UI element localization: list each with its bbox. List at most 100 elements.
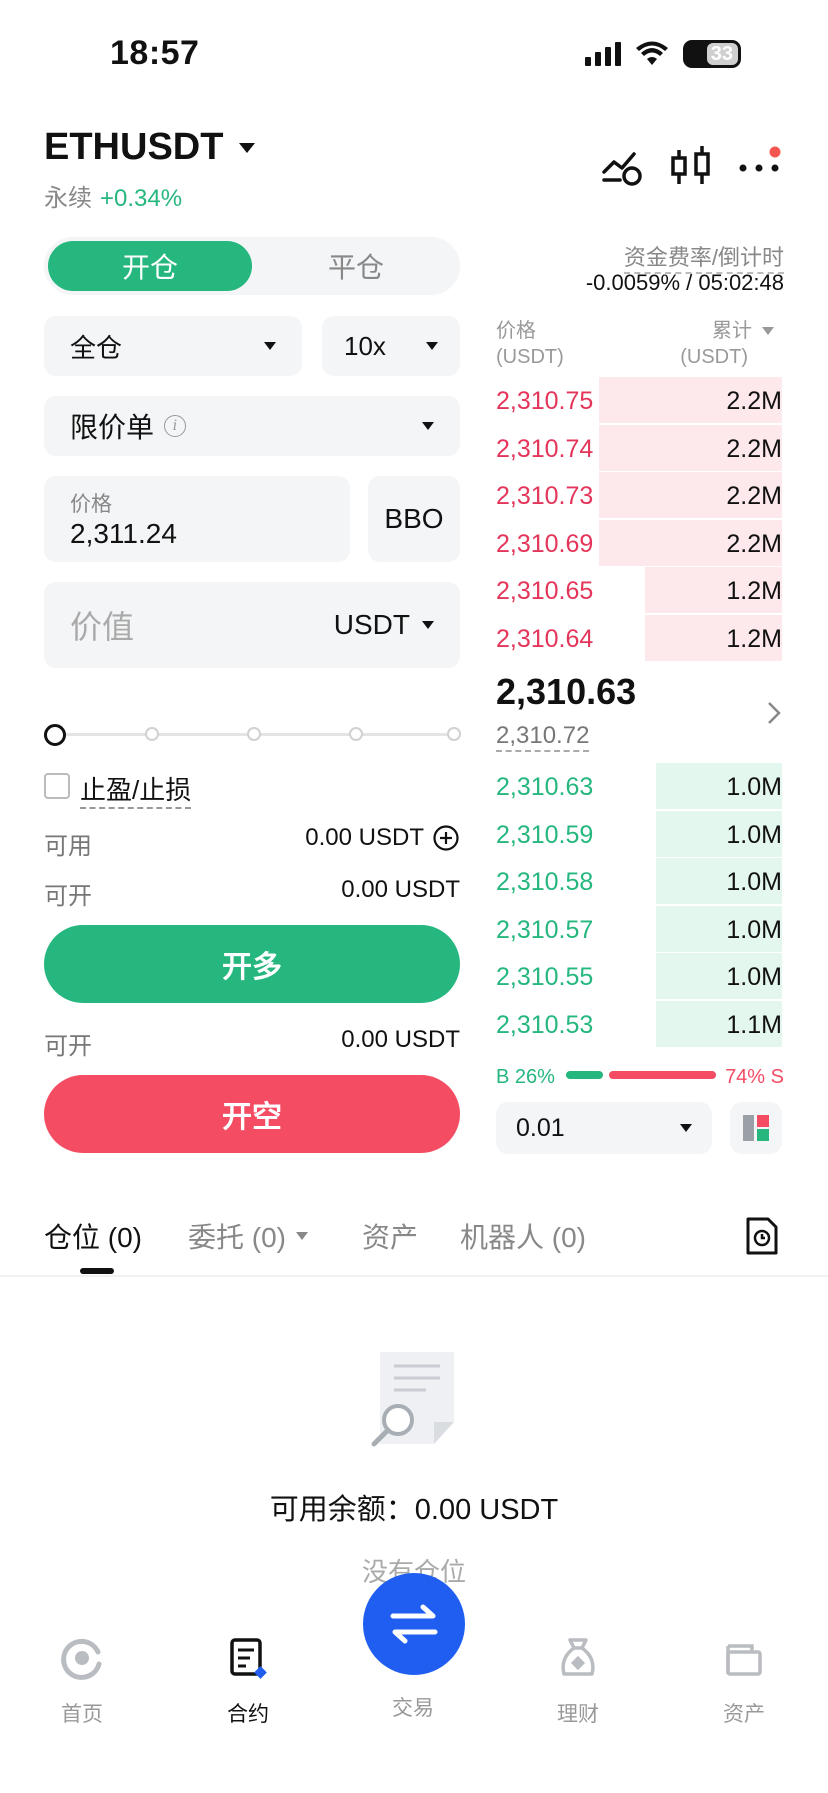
chevron-down-icon bbox=[239, 142, 256, 153]
slider-tick-75[interactable] bbox=[349, 727, 363, 741]
ask-row[interactable]: 2,310.74 2.2M bbox=[496, 424, 782, 471]
last-price: 2,310.63 bbox=[496, 671, 637, 712]
value-placeholder: 价值 bbox=[70, 609, 135, 645]
add-funds-icon[interactable] bbox=[432, 824, 460, 852]
orderbook-layout-button[interactable] bbox=[730, 1102, 782, 1154]
more-icon[interactable] bbox=[738, 144, 784, 190]
symbol-selector[interactable]: ETHUSDT bbox=[44, 126, 256, 169]
tab-bots[interactable]: 机器人 (0) bbox=[460, 1216, 586, 1256]
tab-assets[interactable]: 资产 bbox=[362, 1216, 418, 1256]
value-unit-select[interactable]: USDT bbox=[334, 609, 434, 641]
mark-price[interactable]: 2,310.72 bbox=[496, 722, 590, 752]
chart-settings-icon[interactable] bbox=[600, 144, 646, 190]
bid-row[interactable]: 2,310.53 1.1M bbox=[496, 1000, 782, 1047]
bid-price: 2,310.63 bbox=[496, 773, 594, 801]
ask-price: 2,310.64 bbox=[496, 624, 594, 653]
ask-price: 2,310.73 bbox=[496, 482, 594, 510]
total-header-unit: (USDT) bbox=[680, 346, 748, 368]
earn-icon bbox=[561, 1638, 595, 1676]
ask-amount: 2.2M bbox=[726, 482, 782, 510]
nav-earn-label: 理财 bbox=[557, 1703, 599, 1726]
ask-price: 2,310.65 bbox=[496, 577, 594, 605]
open-short-button[interactable]: 开空 bbox=[44, 1075, 460, 1153]
ask-row[interactable]: 2,310.73 2.2M bbox=[496, 472, 782, 518]
bid-amount: 1.0M bbox=[726, 915, 782, 944]
precision-select[interactable]: 0.01 bbox=[496, 1102, 712, 1154]
price-header-label: 价格 bbox=[496, 320, 536, 342]
orderbook-total-header[interactable]: 累计 (USDT) bbox=[680, 318, 774, 370]
total-header-label: 累计 bbox=[712, 320, 752, 342]
open-long-button[interactable]: 开多 bbox=[44, 925, 460, 1003]
margin-mode-select[interactable]: 全仓 bbox=[44, 316, 302, 376]
bid-row[interactable]: 2,310.57 1.0M bbox=[496, 905, 782, 952]
wifi-icon bbox=[636, 41, 668, 65]
ask-amount: 1.2M bbox=[726, 577, 782, 605]
funding-label[interactable]: 资金费率/倒计时 bbox=[623, 240, 784, 274]
nav-trade-label: 交易 bbox=[392, 1697, 434, 1720]
leverage-select[interactable]: 10x bbox=[322, 316, 460, 376]
bid-price: 2,310.53 bbox=[496, 1010, 594, 1039]
tab-close-position[interactable]: 平仓 bbox=[256, 241, 456, 291]
available-row: 0.00 USDT bbox=[305, 824, 460, 852]
tab-positions[interactable]: 仓位 (0) bbox=[44, 1216, 142, 1256]
available-balance: 可用余额：0.00 USDT bbox=[269, 1494, 559, 1526]
tab-orders-label: 委托 (0) bbox=[188, 1222, 287, 1253]
ask-row[interactable]: 2,310.75 2.2M bbox=[496, 377, 782, 423]
chevron-right-icon[interactable] bbox=[766, 700, 782, 726]
available-label: 可用 bbox=[44, 833, 92, 860]
nav-assets[interactable]: 资产 bbox=[684, 1636, 804, 1728]
ask-row[interactable]: 2,310.69 2.2M bbox=[496, 519, 782, 566]
ratio-buy-fill bbox=[566, 1071, 604, 1079]
futures-icon bbox=[230, 1638, 267, 1679]
bid-price: 2,310.55 bbox=[496, 963, 594, 991]
status-time: 18:57 bbox=[110, 34, 200, 72]
orderbook-price-header: 价格 (USDT) bbox=[496, 318, 564, 370]
nav-earn[interactable]: 理财 bbox=[518, 1636, 638, 1728]
ask-amount: 1.2M bbox=[726, 624, 782, 653]
bid-row[interactable]: 2,310.55 1.0M bbox=[496, 953, 782, 999]
dropdown-arrow-icon bbox=[426, 342, 438, 350]
bid-amount: 1.1M bbox=[726, 1010, 782, 1039]
can-open-long-value: 0.00 USDT bbox=[341, 876, 460, 903]
info-icon[interactable]: i bbox=[164, 415, 187, 437]
battery-icon: 33 bbox=[683, 40, 741, 68]
amount-slider-handle[interactable] bbox=[44, 724, 66, 746]
candlestick-icon[interactable] bbox=[668, 144, 714, 190]
bid-row[interactable]: 2,310.59 1.0M bbox=[496, 810, 782, 857]
dropdown-arrow-icon bbox=[264, 342, 276, 350]
layout-icon bbox=[743, 1115, 769, 1141]
bid-row[interactable]: 2,310.58 1.0M bbox=[496, 858, 782, 904]
value-input[interactable]: 价值 USDT bbox=[44, 582, 460, 668]
slider-tick-25[interactable] bbox=[145, 727, 159, 741]
tab-orders[interactable]: 委托 (0) bbox=[188, 1216, 309, 1256]
can-open-short-value: 0.00 USDT bbox=[341, 1026, 460, 1053]
bbo-button[interactable]: BBO bbox=[368, 476, 460, 562]
buy-ratio: B 26% bbox=[496, 1066, 555, 1088]
nav-assets-label: 资产 bbox=[723, 1703, 765, 1726]
price-input[interactable]: 价格 2,311.24 bbox=[44, 476, 350, 562]
price-change: +0.34% bbox=[100, 185, 183, 212]
nav-home[interactable]: 首页 bbox=[22, 1636, 142, 1728]
ask-row[interactable]: 2,310.65 1.2M bbox=[496, 567, 782, 613]
tpsl-checkbox[interactable] bbox=[44, 773, 70, 799]
slider-tick-100[interactable] bbox=[447, 727, 461, 741]
nav-trade[interactable]: 交易 bbox=[353, 1636, 473, 1722]
bid-row[interactable]: 2,310.63 1.0M bbox=[496, 763, 782, 809]
bid-amount: 1.0M bbox=[726, 820, 782, 849]
nav-futures[interactable]: 合约 bbox=[188, 1636, 308, 1728]
price-input-value[interactable]: 2,311.24 bbox=[70, 518, 177, 550]
ask-price: 2,310.69 bbox=[496, 529, 594, 558]
order-type-select[interactable]: 限价单 i bbox=[44, 396, 460, 456]
precision-value: 0.01 bbox=[516, 1113, 565, 1142]
bid-amount: 1.0M bbox=[726, 868, 782, 896]
history-icon[interactable] bbox=[744, 1216, 780, 1256]
slider-tick-50[interactable] bbox=[247, 727, 261, 741]
active-tab-indicator bbox=[80, 1268, 114, 1274]
bid-price: 2,310.59 bbox=[496, 820, 594, 849]
tab-open-position[interactable]: 开仓 bbox=[48, 241, 252, 291]
bid-price: 2,310.58 bbox=[496, 868, 594, 896]
leverage-value: 10x bbox=[344, 330, 386, 361]
bid-price: 2,310.57 bbox=[496, 915, 594, 944]
ask-row[interactable]: 2,310.64 1.2M bbox=[496, 614, 782, 661]
tpsl-label[interactable]: 止盈/止损 bbox=[80, 770, 192, 809]
